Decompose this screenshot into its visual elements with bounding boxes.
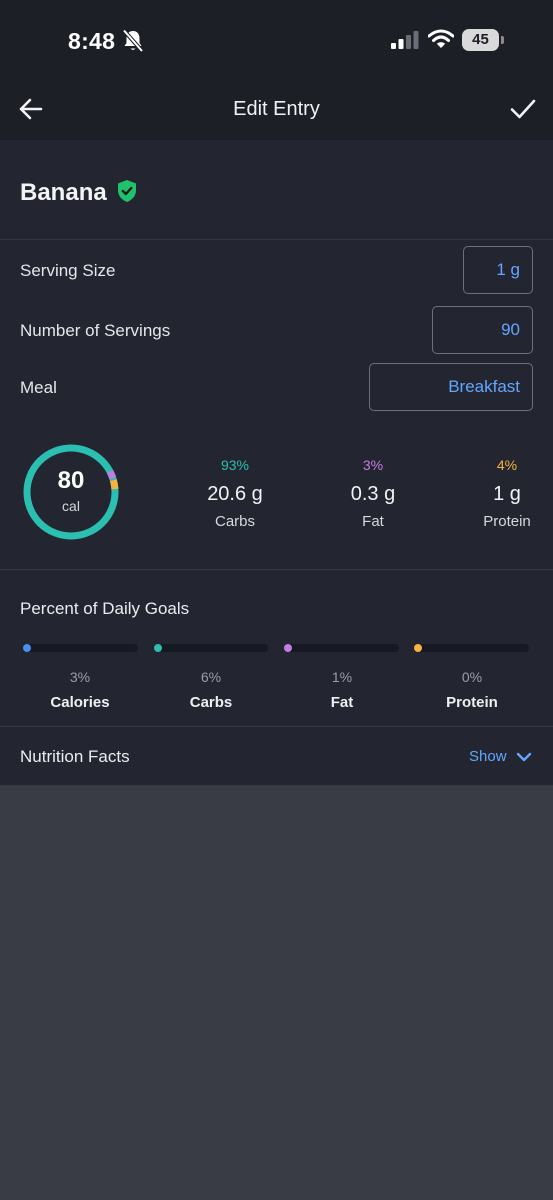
carbs-goal-fill <box>154 644 162 652</box>
status-time: 8:48 <box>68 28 116 54</box>
calories-goal-bar <box>23 644 138 652</box>
macro-percent: 93% <box>220 457 250 473</box>
wifi-icon <box>428 29 454 48</box>
cellular-signal-icon <box>391 31 419 49</box>
calories-goal-fill <box>23 644 31 652</box>
carbs-goal-percent: 6% <box>200 669 222 685</box>
serving-size-label: Serving Size <box>20 261 116 280</box>
macro-amount: 1 g <box>493 483 521 505</box>
macro-name: Carbs <box>214 513 255 530</box>
fat-goal-fill <box>284 644 292 652</box>
macro-name: Fat <box>362 513 384 530</box>
nutrition-facts-title: Nutrition Facts <box>20 747 130 766</box>
daily-goals-title: Percent of Daily Goals <box>20 599 190 618</box>
macro-name: Protein <box>483 513 531 530</box>
protein-goal-percent: 0% <box>461 669 483 685</box>
number-of-servings-label: Number of Servings <box>20 321 171 340</box>
macro-percent: 4% <box>496 457 518 473</box>
carbs-goal-name: Carbs <box>189 694 233 711</box>
macro-fat: 3% 0.3 g Fat <box>323 457 423 530</box>
top-app-bar: Edit Entry <box>0 80 553 140</box>
protein-goal-bar <box>414 644 529 652</box>
macro-percent: 3% <box>362 457 384 473</box>
divider <box>0 726 553 727</box>
fat-goal-name: Fat <box>330 694 354 711</box>
battery-level: 45 <box>472 31 489 48</box>
macro-carbs: 93% 20.6 g Carbs <box>185 457 285 530</box>
number-of-servings-input[interactable]: 90 <box>432 306 533 354</box>
divider <box>0 569 553 570</box>
calories-goal-name: Calories <box>50 694 110 711</box>
divider <box>0 239 553 240</box>
bell-slash-icon <box>122 29 144 53</box>
serving-size-input[interactable]: 1 g <box>463 246 533 294</box>
nutrition-facts-toggle[interactable]: Show <box>469 748 507 765</box>
chevron-down-icon[interactable] <box>516 750 532 764</box>
macro-protein: 4% 1 g Protein <box>464 457 550 530</box>
carbs-goal-bar <box>154 644 268 652</box>
meal-label: Meal <box>20 378 57 397</box>
divider <box>0 785 553 786</box>
battery-indicator: 45 <box>462 29 504 51</box>
protein-goal-fill <box>414 644 422 652</box>
page-title: Edit Entry <box>233 98 320 120</box>
meal-select[interactable]: Breakfast <box>369 363 533 411</box>
macro-amount: 20.6 g <box>207 483 263 505</box>
entry-details: Banana Serving Size 1 g Number of Servin… <box>0 140 553 786</box>
food-name: Banana <box>20 179 107 206</box>
calories-unit: cal <box>62 498 80 514</box>
calories-value: 80 <box>57 467 85 494</box>
verified-shield-icon <box>118 180 136 202</box>
calories-goal-percent: 3% <box>69 669 91 685</box>
fat-goal-bar <box>284 644 399 652</box>
macro-amount: 0.3 g <box>350 483 396 505</box>
fat-goal-percent: 1% <box>331 669 353 685</box>
status-bar: 8:48 45 <box>0 0 553 80</box>
protein-goal-name: Protein <box>446 694 498 711</box>
checkmark-icon[interactable] <box>509 96 537 122</box>
